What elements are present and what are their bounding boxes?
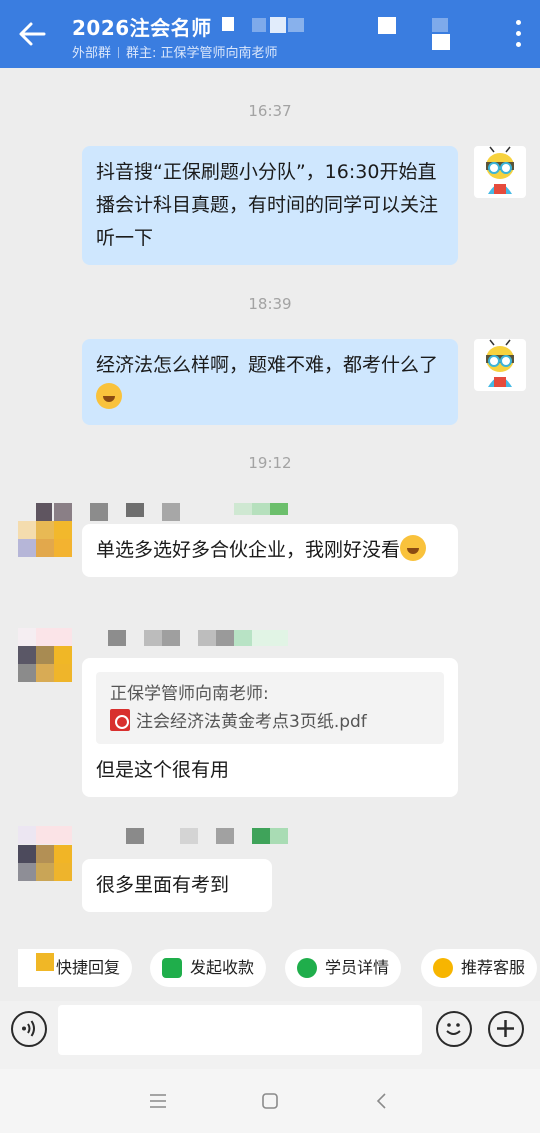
system-navigation-bar xyxy=(0,1069,540,1133)
quoted-file[interactable]: 注会经济法黄金考点3页纸.pdf xyxy=(110,708,430,736)
collect-payment-label: 发起收款 xyxy=(190,958,255,977)
outgoing-message[interactable]: 经济法怎么样啊，题难不难，都考什么了 xyxy=(82,339,458,425)
message-input-bar xyxy=(0,1001,540,1069)
quote-author: 正保学管师向南老师: xyxy=(110,684,269,704)
timestamp: 18:39 xyxy=(248,295,292,313)
timestamp: 19:12 xyxy=(248,454,292,472)
divider xyxy=(118,47,120,58)
timestamp: 16:37 xyxy=(248,102,292,120)
redacted-block xyxy=(36,953,54,971)
message-input[interactable] xyxy=(58,1005,422,1055)
thinking-emoji-icon xyxy=(96,383,122,409)
quick-actions-bar: 快捷回复 发起收款 学员详情 推荐客服 xyxy=(0,935,540,1001)
quoted-file-name: 注会经济法黄金考点3页纸.pdf xyxy=(136,712,367,732)
laughing-emoji-icon xyxy=(400,535,427,561)
redacted-avatar xyxy=(18,521,72,557)
redacted-avatar xyxy=(18,646,72,682)
quoted-file-message[interactable]: 正保学管师向南老师: 注会经济法黄金考点3页纸.pdf xyxy=(96,672,444,744)
redacted-block xyxy=(432,34,450,50)
redacted-avatar xyxy=(18,845,72,881)
person-icon xyxy=(297,958,317,978)
add-attachment-icon[interactable] xyxy=(488,1011,524,1047)
redacted-block xyxy=(288,18,304,32)
quick-reply-icon xyxy=(18,949,36,987)
pdf-file-icon xyxy=(110,709,130,731)
outgoing-message[interactable]: 抖音搜“正保刷题小分队”，16:30开始直播会计科目真题，有时间的同学可以关注听… xyxy=(82,146,458,265)
message-text: 但是这个很有用 xyxy=(96,759,230,781)
recommend-service-button[interactable]: 推荐客服 xyxy=(421,949,538,987)
redacted-block xyxy=(378,17,396,34)
redacted-block xyxy=(270,17,286,33)
recommend-service-label: 推荐客服 xyxy=(461,958,526,977)
student-details-label: 学员详情 xyxy=(325,958,390,977)
chat-header: 2026注会名师 外部群 群主: 正保学管师向南老师 xyxy=(0,0,540,68)
service-chat-icon xyxy=(433,958,453,978)
group-owner-label: 群主: 正保学管师向南老师 xyxy=(126,46,278,61)
back-arrow-icon[interactable] xyxy=(14,16,50,52)
menu-icon[interactable] xyxy=(148,1091,168,1111)
incoming-message-with-quote[interactable]: 正保学管师向南老师: 注会经济法黄金考点3页纸.pdf 但是这个很有用 xyxy=(82,658,458,797)
back-icon[interactable] xyxy=(372,1091,392,1111)
bee-avatar-icon[interactable] xyxy=(474,146,526,198)
group-subtitle: 外部群 群主: 正保学管师向南老师 xyxy=(72,42,278,61)
student-details-button[interactable]: 学员详情 xyxy=(285,949,402,987)
redacted-block xyxy=(252,18,266,32)
incoming-message[interactable]: 很多里面有考到 xyxy=(82,859,272,912)
message-text: 单选多选好多合伙企业，我刚好没看 xyxy=(96,539,401,561)
group-title[interactable]: 2026注会名师 xyxy=(72,12,212,41)
voice-input-icon[interactable] xyxy=(11,1011,47,1047)
more-options-icon[interactable] xyxy=(514,20,522,50)
collect-payment-button[interactable]: 发起收款 xyxy=(150,949,267,987)
incoming-message[interactable]: 单选多选好多合伙企业，我刚好没看 xyxy=(82,524,458,577)
redacted-block xyxy=(432,18,448,32)
emoji-picker-icon[interactable] xyxy=(436,1011,472,1047)
quick-reply-label: 快捷回复 xyxy=(56,958,121,977)
quick-reply-button[interactable]: 快捷回复 xyxy=(18,949,133,987)
bee-avatar-icon[interactable] xyxy=(474,339,526,391)
redacted-block xyxy=(222,17,234,31)
home-icon[interactable] xyxy=(260,1091,280,1111)
group-type-label: 外部群 xyxy=(72,46,112,61)
message-text: 经济法怎么样啊，题难不难，都考什么了 xyxy=(96,354,439,376)
yuan-shield-icon xyxy=(162,958,182,978)
